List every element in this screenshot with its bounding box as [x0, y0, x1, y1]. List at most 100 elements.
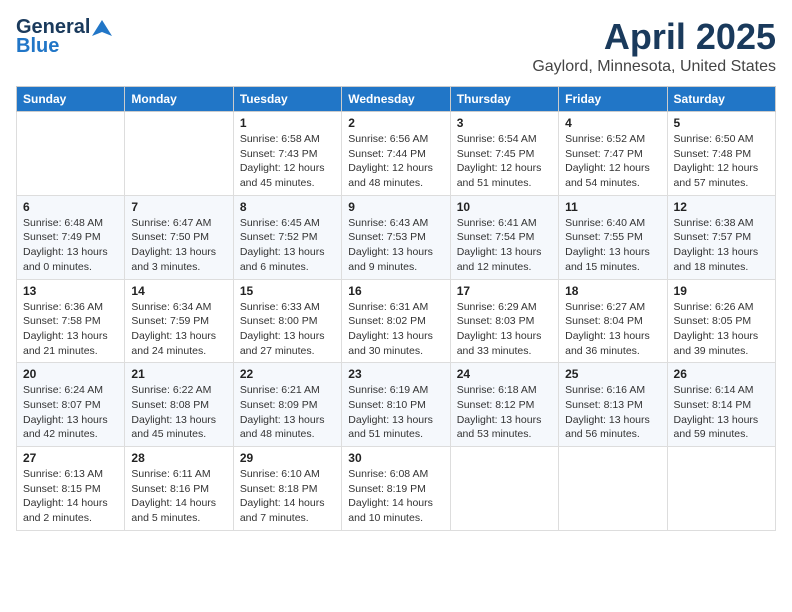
day-number: 28 [131, 451, 226, 465]
calendar-day-cell: 29Sunrise: 6:10 AM Sunset: 8:18 PM Dayli… [233, 447, 341, 531]
weekday-header-monday: Monday [125, 87, 233, 112]
day-number: 24 [457, 367, 552, 381]
calendar-day-cell: 17 Sunrise: 6:29 AM Sunset: 8:03 PM Dayli… [450, 279, 558, 363]
day-number: 15 [240, 284, 335, 298]
weekday-header-saturday: Saturday [667, 87, 775, 112]
day-number: 26 [674, 367, 769, 381]
calendar-day-cell [17, 112, 125, 196]
calendar-day-cell: 23 Sunrise: 6:19 AM Sunset: 8:10 PM Dayli… [342, 363, 450, 447]
day-number: 16 [348, 284, 443, 298]
day-number: 6 [23, 200, 118, 214]
day-info: Sunrise: 6:50 AM Sunset: 7:48 PM Dayligh… [674, 132, 769, 191]
day-info: Sunrise: 6:38 AM Sunset: 7:57 PM Dayligh… [674, 216, 769, 275]
calendar-day-cell: 24 Sunrise: 6:18 AM Sunset: 8:12 PM Dayli… [450, 363, 558, 447]
logo: General Blue [16, 16, 112, 58]
day-info: Sunrise: 6:56 AM Sunset: 7:44 PM Dayligh… [348, 132, 443, 191]
day-info: Sunrise: 6:11 AM Sunset: 8:16 PM Dayligh… [131, 467, 226, 526]
calendar-day-cell [450, 447, 558, 531]
calendar-day-cell: 11Sunrise: 6:40 AM Sunset: 7:55 PM Dayli… [559, 195, 667, 279]
day-info: Sunrise: 6:31 AM Sunset: 8:02 PM Dayligh… [348, 300, 443, 359]
day-number: 27 [23, 451, 118, 465]
calendar-body: 1 Sunrise: 6:58 AM Sunset: 7:43 PM Daylig… [17, 112, 776, 531]
calendar-day-cell: 28 Sunrise: 6:11 AM Sunset: 8:16 PM Dayli… [125, 447, 233, 531]
page-subtitle: Gaylord, Minnesota, United States [532, 58, 776, 76]
calendar-day-cell: 5 Sunrise: 6:50 AM Sunset: 7:48 PM Daylig… [667, 112, 775, 196]
calendar-day-cell: 3 Sunrise: 6:54 AM Sunset: 7:45 PM Daylig… [450, 112, 558, 196]
calendar-day-cell: 22 Sunrise: 6:21 AM Sunset: 8:09 PM Dayli… [233, 363, 341, 447]
day-info: Sunrise: 6:16 AM Sunset: 8:13 PM Dayligh… [565, 383, 660, 442]
day-info: Sunrise: 6:29 AM Sunset: 8:03 PM Dayligh… [457, 300, 552, 359]
weekday-header-row: SundayMondayTuesdayWednesdayThursdayFrid… [17, 87, 776, 112]
weekday-header-thursday: Thursday [450, 87, 558, 112]
calendar-day-cell: 8 Sunrise: 6:45 AM Sunset: 7:52 PM Daylig… [233, 195, 341, 279]
calendar-day-cell [125, 112, 233, 196]
calendar-week-row: 20 Sunrise: 6:24 AM Sunset: 8:07 PM Dayli… [17, 363, 776, 447]
day-number: 3 [457, 116, 552, 130]
day-number: 1 [240, 116, 335, 130]
day-number: 30 [348, 451, 443, 465]
logo-blue-text: Blue [16, 35, 112, 58]
day-number: 19 [674, 284, 769, 298]
calendar-day-cell: 14 Sunrise: 6:34 AM Sunset: 7:59 PM Dayli… [125, 279, 233, 363]
day-info: Sunrise: 6:22 AM Sunset: 8:08 PM Dayligh… [131, 383, 226, 442]
day-info: Sunrise: 6:21 AM Sunset: 8:09 PM Dayligh… [240, 383, 335, 442]
calendar-day-cell [667, 447, 775, 531]
calendar-day-cell: 26 Sunrise: 6:14 AM Sunset: 8:14 PM Dayli… [667, 363, 775, 447]
day-info: Sunrise: 6:14 AM Sunset: 8:14 PM Dayligh… [674, 383, 769, 442]
weekday-header-wednesday: Wednesday [342, 87, 450, 112]
day-number: 9 [348, 200, 443, 214]
day-number: 7 [131, 200, 226, 214]
calendar-day-cell: 13 Sunrise: 6:36 AM Sunset: 7:58 PM Dayli… [17, 279, 125, 363]
calendar-day-cell: 19Sunrise: 6:26 AM Sunset: 8:05 PM Dayli… [667, 279, 775, 363]
day-info: Sunrise: 6:48 AM Sunset: 7:49 PM Dayligh… [23, 216, 118, 275]
calendar-week-row: 13 Sunrise: 6:36 AM Sunset: 7:58 PM Dayli… [17, 279, 776, 363]
calendar-header: SundayMondayTuesdayWednesdayThursdayFrid… [17, 87, 776, 112]
calendar-day-cell: 18Sunrise: 6:27 AM Sunset: 8:04 PM Dayli… [559, 279, 667, 363]
day-number: 11 [565, 200, 660, 214]
day-info: Sunrise: 6:24 AM Sunset: 8:07 PM Dayligh… [23, 383, 118, 442]
day-info: Sunrise: 6:58 AM Sunset: 7:43 PM Dayligh… [240, 132, 335, 191]
day-info: Sunrise: 6:45 AM Sunset: 7:52 PM Dayligh… [240, 216, 335, 275]
calendar-table: SundayMondayTuesdayWednesdayThursdayFrid… [16, 86, 776, 531]
day-number: 13 [23, 284, 118, 298]
day-info: Sunrise: 6:33 AM Sunset: 8:00 PM Dayligh… [240, 300, 335, 359]
day-info: Sunrise: 6:34 AM Sunset: 7:59 PM Dayligh… [131, 300, 226, 359]
day-info: Sunrise: 6:54 AM Sunset: 7:45 PM Dayligh… [457, 132, 552, 191]
day-number: 17 [457, 284, 552, 298]
day-number: 21 [131, 367, 226, 381]
calendar-day-cell: 15 Sunrise: 6:33 AM Sunset: 8:00 PM Dayli… [233, 279, 341, 363]
day-info: Sunrise: 6:43 AM Sunset: 7:53 PM Dayligh… [348, 216, 443, 275]
calendar-day-cell: 12 Sunrise: 6:38 AM Sunset: 7:57 PM Dayli… [667, 195, 775, 279]
day-number: 8 [240, 200, 335, 214]
day-number: 23 [348, 367, 443, 381]
weekday-header-tuesday: Tuesday [233, 87, 341, 112]
day-info: Sunrise: 6:27 AM Sunset: 8:04 PM Dayligh… [565, 300, 660, 359]
day-number: 25 [565, 367, 660, 381]
day-info: Sunrise: 6:13 AM Sunset: 8:15 PM Dayligh… [23, 467, 118, 526]
day-number: 20 [23, 367, 118, 381]
day-number: 12 [674, 200, 769, 214]
day-number: 10 [457, 200, 552, 214]
calendar-day-cell: 7 Sunrise: 6:47 AM Sunset: 7:50 PM Daylig… [125, 195, 233, 279]
day-info: Sunrise: 6:19 AM Sunset: 8:10 PM Dayligh… [348, 383, 443, 442]
day-info: Sunrise: 6:18 AM Sunset: 8:12 PM Dayligh… [457, 383, 552, 442]
day-number: 14 [131, 284, 226, 298]
calendar-day-cell: 30 Sunrise: 6:08 AM Sunset: 8:19 PM Dayli… [342, 447, 450, 531]
day-info: Sunrise: 6:47 AM Sunset: 7:50 PM Dayligh… [131, 216, 226, 275]
day-number: 29 [240, 451, 335, 465]
calendar-day-cell: 6 Sunrise: 6:48 AM Sunset: 7:49 PM Daylig… [17, 195, 125, 279]
day-number: 22 [240, 367, 335, 381]
calendar-day-cell: 16 Sunrise: 6:31 AM Sunset: 8:02 PM Dayli… [342, 279, 450, 363]
day-number: 4 [565, 116, 660, 130]
day-info: Sunrise: 6:36 AM Sunset: 7:58 PM Dayligh… [23, 300, 118, 359]
day-info: Sunrise: 6:52 AM Sunset: 7:47 PM Dayligh… [565, 132, 660, 191]
calendar-day-cell: 21 Sunrise: 6:22 AM Sunset: 8:08 PM Dayli… [125, 363, 233, 447]
calendar-day-cell: 2Sunrise: 6:56 AM Sunset: 7:44 PM Daylig… [342, 112, 450, 196]
day-info: Sunrise: 6:08 AM Sunset: 8:19 PM Dayligh… [348, 467, 443, 526]
calendar-day-cell [559, 447, 667, 531]
calendar-day-cell: 10Sunrise: 6:41 AM Sunset: 7:54 PM Dayli… [450, 195, 558, 279]
calendar-week-row: 1 Sunrise: 6:58 AM Sunset: 7:43 PM Daylig… [17, 112, 776, 196]
page-title: April 2025 [532, 16, 776, 58]
day-number: 5 [674, 116, 769, 130]
title-section: April 2025 Gaylord, Minnesota, United St… [532, 16, 776, 76]
